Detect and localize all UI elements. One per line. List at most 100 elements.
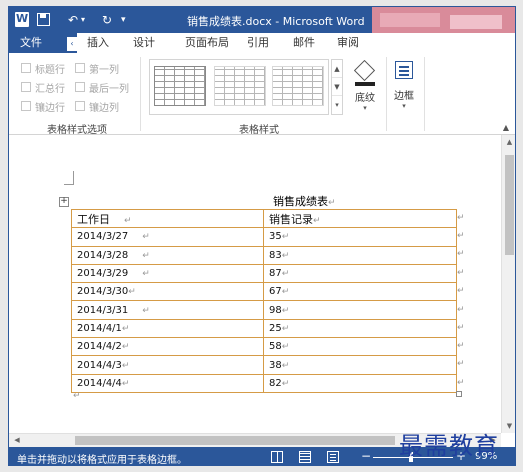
- date-cell[interactable]: 2014/3/31 ↵: [71, 300, 264, 320]
- date-cell[interactable]: 2014/4/1↵: [71, 318, 264, 339]
- tab-review[interactable]: 审阅: [337, 33, 359, 53]
- value-cell[interactable]: 98↵: [263, 300, 457, 320]
- banded-columns-checkbox[interactable]: [75, 101, 85, 111]
- tab-design[interactable]: 设计: [133, 33, 155, 53]
- date-text: 2014/4/3: [77, 359, 122, 371]
- option-first-column[interactable]: 第一列: [75, 61, 119, 76]
- borders-button[interactable]: 边框 ▾: [389, 59, 419, 117]
- last-column-checkbox[interactable]: [75, 82, 85, 92]
- document-canvas[interactable]: + 销售成绩表↵ 工作日 ↵ 销售记录↵ 2014/3/27 ↵ 35↵ 2014/…: [9, 135, 501, 433]
- table-row: 2014/4/1↵ 25↵: [71, 318, 457, 339]
- shading-button[interactable]: 底纹 ▾: [349, 59, 381, 117]
- redo-icon[interactable]: ↻: [97, 11, 117, 29]
- cell-mark: ↵: [121, 342, 130, 353]
- value-cell[interactable]: 58↵: [263, 337, 457, 357]
- option-label: 最后一列: [89, 83, 129, 95]
- value-text: 38: [269, 359, 282, 371]
- tab-insert[interactable]: 插入: [87, 33, 109, 53]
- undo-dropdown-icon[interactable]: ▾: [81, 15, 85, 24]
- option-banded-rows[interactable]: 镶边行: [21, 99, 65, 114]
- scroll-up-icon[interactable]: ▲: [502, 135, 515, 149]
- date-cell[interactable]: 2014/3/28 ↵: [71, 245, 264, 265]
- vertical-scroll-thumb[interactable]: [505, 155, 514, 255]
- margin-corner-mark: [64, 171, 74, 185]
- group-divider: [140, 57, 141, 131]
- table-move-handle-icon[interactable]: +: [59, 197, 69, 207]
- print-layout-icon[interactable]: [299, 451, 311, 463]
- cell-mark: ↵: [281, 269, 290, 280]
- tab-page-layout[interactable]: 页面布局: [185, 33, 229, 53]
- horizontal-scroll-thumb[interactable]: [75, 436, 395, 445]
- option-banded-columns[interactable]: 镶边列: [75, 99, 119, 114]
- borders-label: 边框: [394, 91, 414, 102]
- value-text: 67: [269, 286, 282, 298]
- sales-table[interactable]: 工作日 ↵ 销售记录↵ 2014/3/27 ↵ 35↵ 2014/3/28 ↵ 83↵…: [71, 208, 457, 393]
- web-layout-icon[interactable]: [327, 451, 339, 463]
- table-row: 2014/4/4↵ 82↵: [71, 373, 457, 393]
- document-title: 销售成绩表↵: [273, 193, 336, 209]
- date-text: 2014/3/29: [77, 268, 129, 280]
- banded-rows-checkbox[interactable]: [21, 101, 31, 111]
- table-row: 2014/3/31 ↵ 98↵: [71, 300, 457, 320]
- group-label-table-styles: 表格样式: [239, 125, 279, 136]
- chevron-right-icon[interactable]: ‹: [67, 37, 77, 51]
- header-text: 工作日: [77, 212, 110, 226]
- date-cell[interactable]: 2014/4/3↵: [71, 355, 264, 375]
- gallery-scroller[interactable]: ▲ ▼ ▾: [331, 59, 343, 115]
- row-end-mark: ↵: [457, 213, 465, 223]
- customize-toolbar-icon[interactable]: ▾: [121, 15, 126, 25]
- vertical-scrollbar[interactable]: ▲ ▼: [501, 135, 515, 433]
- value-cell[interactable]: 38↵: [263, 355, 457, 375]
- header-row-checkbox[interactable]: [21, 63, 31, 73]
- table-style-plain[interactable]: [154, 66, 206, 106]
- option-total-row[interactable]: 汇总行: [21, 80, 65, 95]
- table-style-grid-light-2[interactable]: [272, 66, 324, 106]
- save-icon[interactable]: [37, 13, 50, 26]
- table-header-row: 工作日 ↵ 销售记录↵: [71, 208, 457, 229]
- header-cell-sales[interactable]: 销售记录↵: [263, 208, 457, 229]
- header-cell-workday[interactable]: 工作日 ↵: [71, 208, 264, 229]
- scroll-down-icon[interactable]: ▼: [502, 419, 515, 433]
- tab-mailings[interactable]: 邮件: [293, 33, 315, 53]
- document-title-text: 销售成绩表: [273, 195, 328, 208]
- date-cell[interactable]: 2014/3/27 ↵: [71, 227, 264, 247]
- cell-mark: ↵: [128, 287, 136, 298]
- tab-references[interactable]: 引用: [247, 33, 269, 53]
- table-style-grid-light[interactable]: [214, 66, 266, 106]
- first-column-checkbox[interactable]: [75, 63, 85, 73]
- shading-label: 底纹: [355, 93, 375, 104]
- gallery-down-icon[interactable]: ▼: [332, 78, 342, 96]
- value-text: 58: [269, 341, 282, 353]
- option-header-row[interactable]: 标题行: [21, 61, 65, 76]
- gallery-up-icon[interactable]: ▲: [332, 60, 342, 78]
- row-end-mark: ↵: [457, 341, 465, 351]
- date-cell[interactable]: 2014/4/2↵: [71, 337, 264, 357]
- scroll-left-icon[interactable]: ◀: [11, 434, 23, 447]
- row-end-mark: ↵: [457, 323, 465, 333]
- word-window: ↶ ▾ ↻ ▾ 销售成绩表.docx - Microsoft Word 文件 ‹…: [8, 6, 516, 466]
- undo-icon[interactable]: ↶: [63, 11, 83, 29]
- value-cell[interactable]: 83↵: [263, 245, 457, 265]
- value-cell[interactable]: 67↵: [263, 282, 457, 302]
- value-cell[interactable]: 25↵: [263, 318, 457, 339]
- value-text: 83: [269, 249, 282, 261]
- date-cell[interactable]: 2014/3/30↵: [71, 282, 264, 302]
- date-cell[interactable]: 2014/3/29 ↵: [71, 263, 264, 284]
- option-last-column[interactable]: 最后一列: [75, 80, 129, 95]
- zoom-out-icon[interactable]: −: [361, 449, 371, 463]
- value-cell[interactable]: 35↵: [263, 227, 457, 247]
- title-bar: ↶ ▾ ↻ ▾ 销售成绩表.docx - Microsoft Word: [9, 7, 515, 47]
- date-cell[interactable]: 2014/4/4↵: [71, 373, 264, 393]
- value-cell[interactable]: 82↵: [263, 373, 457, 393]
- value-cell[interactable]: 87↵: [263, 263, 457, 284]
- table-row: 2014/3/30↵ 67↵: [71, 282, 457, 302]
- total-row-checkbox[interactable]: [21, 82, 31, 92]
- value-text: 35: [269, 231, 282, 243]
- table-styles-gallery[interactable]: [149, 59, 329, 115]
- read-mode-icon[interactable]: [271, 451, 283, 463]
- option-label: 汇总行: [35, 83, 65, 95]
- table-resize-handle[interactable]: [456, 391, 462, 397]
- tab-file[interactable]: 文件: [9, 33, 53, 53]
- collapse-ribbon-icon[interactable]: ▲: [503, 123, 509, 132]
- gallery-more-icon[interactable]: ▾: [332, 96, 342, 114]
